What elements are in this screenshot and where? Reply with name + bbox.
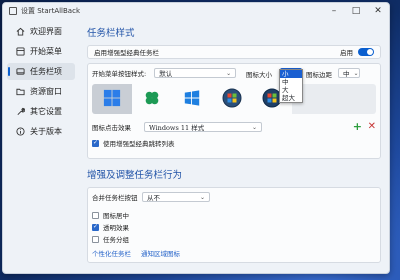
taskbar-icon [15,67,25,77]
chevron-down-icon: ⌄ [251,123,257,131]
start-menu-icon [15,47,25,57]
icon-effect-select[interactable]: Windows 11 样式 ⌄ [144,122,262,132]
close-button[interactable]: ✕ [367,3,389,19]
transparency-label: 透明效果 [103,224,129,232]
window-title: 设置 StartAllBack [21,7,80,15]
minimize-button[interactable]: – [323,3,345,19]
enhanced-taskbar-card: 启用增强型经典任务栏 启用 [87,45,381,59]
enhance-card: 合并任务栏按钮 从不 ⌄ 图标居中 ✓ 透明效果 任务分组 个性化任务栏 通知区域… [87,187,381,263]
enhanced-jumplist-label: 使用增强型经典跳转列表 [103,140,175,148]
sidebar-item-taskbar[interactable]: 任务栏项 [7,63,75,80]
folder-icon [15,87,25,97]
center-icons-row: 图标居中 [92,210,129,220]
icon-size-label: 图标大小 [246,71,272,79]
start-button-style-row: 开始菜单按钮样式: 默认 ⌄ [92,68,237,78]
dropdown-option[interactable]: 大 [280,86,302,94]
icon-effect-value: Windows 11 样式 [149,124,205,132]
center-icons-label: 图标居中 [103,212,129,220]
maximize-button[interactable]: □ [345,3,367,19]
transparency-checkbox[interactable]: ✓ [92,223,99,231]
chevron-down-icon: ⌄ [226,69,232,77]
notification-area-icons-link[interactable]: 通知区域图标 [141,248,180,258]
add-icon[interactable]: + [353,120,362,133]
chevron-down-icon: ⌄ [353,69,359,77]
start-icon-option[interactable] [92,84,132,114]
enable-toggle[interactable] [358,48,374,56]
dropdown-option[interactable]: 小 [280,70,302,78]
icon-size-dropdown-list: 小 中 大 超大 [279,69,303,103]
start-icon-empty-area [292,84,376,114]
enable-label: 启用 [340,49,353,57]
sidebar-item-label: 欢迎界面 [30,27,62,36]
sidebar: 欢迎界面 开始菜单 任务栏项 资源窗口 其它设置 关于版本 [7,23,75,143]
sidebar-item-label: 其它设置 [30,107,62,116]
start-icon-strip [92,84,376,114]
enhanced-jumplist-row: ✓ 使用增强型经典跳转列表 [92,138,175,148]
main-panel: 任务栏样式 启用增强型经典任务栏 启用 开始菜单按钮样式: 默认 ⌄ 图标大小 小… [87,21,381,263]
start-icon-option[interactable] [172,84,212,114]
sidebar-item-label: 关于版本 [30,127,62,136]
start-button-card: 开始菜单按钮样式: 默认⌄ 图标大小 小⌄ 图标边距 中⌄ [87,63,381,159]
sidebar-item-label: 开始菜单 [30,47,62,56]
sidebar-item-explorer[interactable]: 资源窗口 [7,83,75,100]
sidebar-item-about[interactable]: 关于版本 [7,123,75,140]
section-title-taskbar-style: 任务栏样式 [87,28,135,39]
start-button-style-value: 默认 [159,70,173,78]
start-icon-option[interactable] [212,84,252,114]
window-controls: – □ ✕ [323,3,389,19]
sidebar-item-start-menu[interactable]: 开始菜单 [7,43,75,60]
section-title-enhance: 增强及调整任务栏行为 [87,170,183,181]
dropdown-option[interactable]: 超大 [280,94,302,102]
icon-effect-label: 图标点击效果 [92,124,131,132]
personalize-taskbar-link[interactable]: 个性化任务栏 [92,248,131,258]
settings-window: 设置 StartAllBack – □ ✕ 欢迎界面 开始菜单 任务栏项 资源窗… [2,2,390,274]
sidebar-item-other-settings[interactable]: 其它设置 [7,103,75,120]
windows-7-orb-icon [222,88,242,110]
start-button-style-select[interactable]: 默认 ⌄ [154,68,237,78]
task-grouping-checkbox[interactable] [92,235,99,243]
transparency-row: ✓ 透明效果 [92,222,129,232]
start-icon-option[interactable] [132,84,172,114]
combine-buttons-row: 合并任务栏按钮 从不 ⌄ [92,192,210,202]
house-icon [15,27,25,37]
dropdown-option[interactable]: 中 [280,78,302,86]
enhanced-taskbar-label: 启用增强型经典任务栏 [94,49,159,57]
app-icon [9,7,17,15]
task-grouping-label: 任务分组 [103,236,129,244]
links-row: 个性化任务栏 通知区域图标 [92,248,190,258]
icon-effect-row: 图标点击效果 Windows 11 样式 ⌄ + ✕ [92,120,376,133]
remove-icon[interactable]: ✕ [368,121,376,132]
enhanced-jumplist-checkbox[interactable]: ✓ [92,139,99,147]
clover-icon [143,89,161,109]
sidebar-item-welcome[interactable]: 欢迎界面 [7,23,75,40]
task-grouping-row: 任务分组 [92,234,129,244]
center-icons-checkbox[interactable] [92,211,99,219]
start-button-style-label: 开始菜单按钮样式: [92,70,147,78]
icon-margin-value: 中 [343,70,350,78]
chevron-down-icon: ⌄ [199,193,205,201]
icon-margin-select[interactable]: 中 ⌄ [338,68,360,78]
sidebar-item-label: 任务栏项 [30,67,62,76]
combine-buttons-select[interactable]: 从不 ⌄ [142,192,210,202]
combine-buttons-label: 合并任务栏按钮 [92,194,138,202]
icon-margin-label: 图标边距 [306,71,332,79]
wrench-icon [15,107,25,117]
info-icon [15,127,25,137]
title-bar: 设置 StartAllBack – □ ✕ [3,3,389,19]
windows-11-logo-icon [103,89,121,109]
sidebar-item-label: 资源窗口 [30,87,62,96]
combine-buttons-value: 从不 [147,194,160,202]
windows-10-logo-icon [183,89,201,109]
